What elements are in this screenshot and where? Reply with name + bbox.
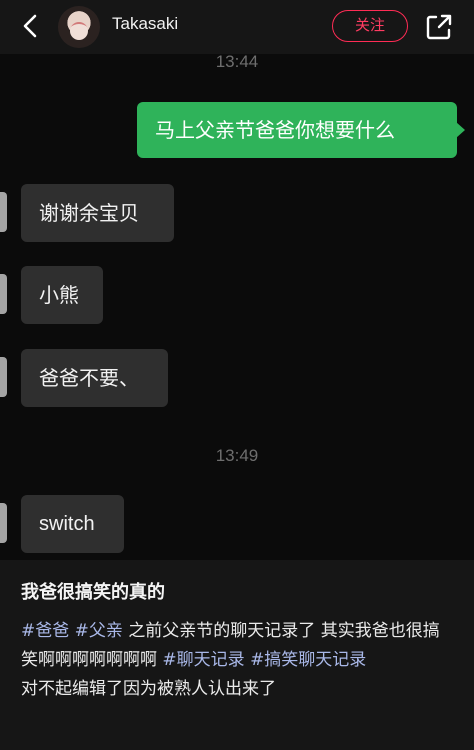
outgoing-message: 马上父亲节爸爸你想要什么 (137, 102, 465, 158)
top-bar: Takasaki 关注 (0, 0, 474, 54)
incoming-message: 爸爸不要、 (21, 349, 168, 407)
post-text: #爸爸 #父亲 之前父亲节的聊天记录了 其实我爸也很搞笑啊啊啊啊啊啊啊 #聊天记… (21, 617, 451, 704)
post-description: 我爸很搞笑的真的 #爸爸 #父亲 之前父亲节的聊天记录了 其实我爸也很搞笑啊啊啊… (0, 560, 474, 750)
contact-avatar-edge (0, 357, 7, 397)
username[interactable]: Takasaki (112, 14, 178, 34)
timestamp: 13:49 (215, 446, 259, 465)
post-text-line: 对不起编辑了因为被熟人认出来了 (21, 679, 276, 699)
chat-screenshot: 13:44 马上父亲节爸爸你想要什么 谢谢余宝贝 小熊 爸爸不要、 13:49 … (0, 54, 474, 560)
incoming-message: switch (21, 495, 124, 553)
incoming-message: 谢谢余宝贝 (21, 184, 174, 242)
contact-avatar-edge (0, 274, 7, 314)
contact-avatar-edge (0, 192, 7, 232)
share-icon[interactable] (424, 12, 454, 42)
hashtag[interactable]: #爸爸 (21, 621, 69, 641)
back-icon[interactable] (18, 13, 44, 39)
hashtag[interactable]: #父亲 (75, 621, 123, 641)
hashtag[interactable]: #聊天记录 (162, 650, 244, 670)
follow-button[interactable]: 关注 (332, 10, 408, 42)
timestamp: 13:44 (215, 54, 259, 71)
incoming-message: 小熊 (21, 266, 103, 324)
avatar[interactable] (58, 6, 100, 48)
contact-avatar-edge (0, 503, 7, 543)
post-title: 我爸很搞笑的真的 (21, 582, 165, 603)
hashtag[interactable]: #搞笑聊天记录 (250, 650, 366, 670)
